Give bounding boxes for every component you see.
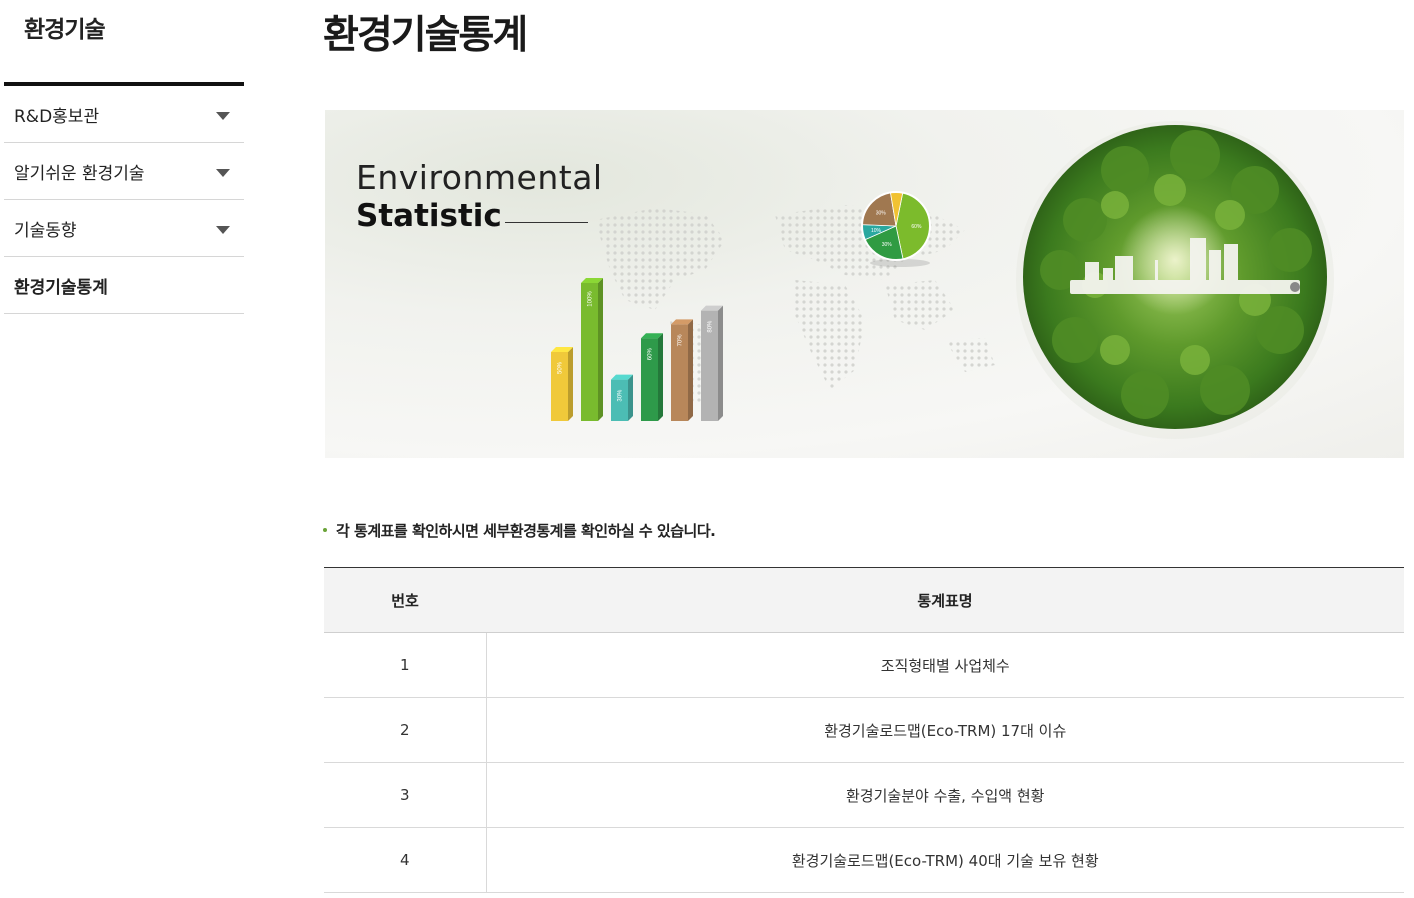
sidebar-item-label: R&D홍보관 (14, 106, 100, 127)
page-title: 환경기술통계 (323, 13, 528, 58)
chevron-down-icon[interactable] (216, 112, 230, 120)
notice-text: 각 통계표를 확인하시면 세부환경통계를 확인하실 수 있습니다. (323, 520, 716, 541)
bar-mark: 30% (611, 374, 633, 421)
pie-label: 60% (911, 224, 922, 230)
table-row[interactable]: 2 환경기술로드맵(Eco-TRM) 17대 이슈 (324, 697, 1404, 763)
banner-divider (505, 222, 588, 223)
sidebar-item-label: 기술동향 (14, 220, 77, 241)
chevron-down-icon[interactable] (216, 169, 230, 177)
sidebar-title: 환경기술 (24, 17, 106, 43)
sidebar-item-label: 알기쉬운 환경기술 (14, 163, 145, 184)
table-row[interactable]: 1 조직형태별 사업체수 (324, 632, 1404, 698)
bullet-icon (323, 528, 327, 532)
bar-label: 80% (708, 320, 714, 333)
bar-mark: 50% (551, 347, 573, 421)
row-table-name-link[interactable]: 환경기술분야 수출, 수입액 현황 (486, 762, 1404, 828)
bar-label: 50% (558, 361, 564, 374)
forest-globe (1016, 121, 1334, 439)
row-number: 1 (324, 632, 487, 698)
chevron-down-icon[interactable] (216, 226, 230, 234)
table-row[interactable]: 3 환경기술분야 수출, 수입액 현황 (324, 762, 1404, 828)
row-table-name-link[interactable]: 환경기술로드맵(Eco-TRM) 17대 이슈 (486, 697, 1404, 763)
pie-label: 10% (871, 228, 882, 234)
row-number: 3 (324, 762, 487, 828)
bar-mark: 100% (581, 278, 603, 421)
bar-label: 60% (648, 348, 654, 361)
row-number: 2 (324, 697, 487, 763)
bar-mark: 70% (671, 319, 693, 421)
statistics-table: 번호 통계표명 1 조직형태별 사업체수 2 환경기술로드맵(Eco-TRM) … (324, 567, 1404, 893)
sidebar-item-rnd-promotion[interactable]: R&D홍보관 (4, 86, 244, 143)
row-table-name-link[interactable]: 조직형태별 사업체수 (486, 632, 1404, 698)
notice-label: 각 통계표를 확인하시면 세부환경통계를 확인하실 수 있습니다. (336, 522, 716, 540)
banner-heading-line1: Environmental (356, 158, 603, 197)
pie-label: 30% (876, 210, 887, 216)
banner-heading-line2: Statistic (356, 198, 502, 234)
sidebar-item-easy-env-tech[interactable]: 알기쉬운 환경기술 (4, 143, 244, 200)
sidebar-item-tech-trends[interactable]: 기술동향 (4, 200, 244, 257)
table-row[interactable]: 4 환경기술로드맵(Eco-TRM) 40대 기술 보유 현황 (324, 827, 1404, 893)
bar-label: 100% (588, 291, 594, 307)
bar-mark: 80% (701, 305, 723, 421)
statistics-banner: 50% 100% 30% 60% 70% 80% 60% 30% 10% 30% (325, 110, 1404, 458)
row-table-name-link[interactable]: 환경기술로드맵(Eco-TRM) 40대 기술 보유 현황 (486, 827, 1404, 893)
header-number: 번호 (324, 567, 486, 633)
table-header-row: 번호 통계표명 (324, 567, 1404, 633)
sidebar-item-label: 환경기술통계 (14, 277, 108, 298)
pie-label: 30% (882, 242, 893, 248)
row-number: 4 (324, 827, 487, 893)
header-table-name: 통계표명 (486, 567, 1404, 633)
sidebar-item-env-tech-stats[interactable]: 환경기술통계 (4, 257, 244, 314)
sidebar-menu: R&D홍보관 알기쉬운 환경기술 기술동향 환경기술통계 (4, 82, 244, 314)
bar-label: 30% (618, 389, 624, 402)
bar-label: 70% (678, 334, 684, 347)
bar-mark: 60% (641, 333, 663, 421)
